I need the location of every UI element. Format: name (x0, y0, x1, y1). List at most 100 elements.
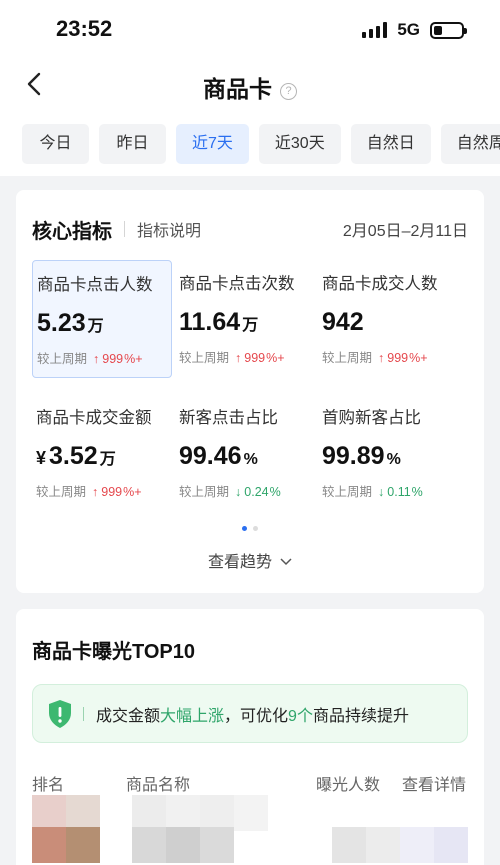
table-row[interactable] (32, 795, 468, 831)
metric-label: 商品卡点击人数 (37, 276, 153, 294)
metric-unit: % (386, 451, 401, 468)
pager-dot[interactable] (253, 526, 258, 531)
change-value: 999 (102, 352, 124, 366)
metric-label: 新客点击占比 (179, 409, 278, 427)
change-unit: %+ (409, 351, 428, 365)
compare-label: 较上周期 (322, 485, 373, 499)
metric-number: 11.64 (179, 308, 241, 336)
arrow-up-icon: ↑ (92, 485, 99, 499)
col-rank: 排名 (32, 777, 65, 794)
metric-unit: % (243, 451, 258, 468)
metric-card[interactable]: 商品卡点击人数 5.23 万较上周期 ↑ 999%+ (32, 260, 172, 378)
tab-2[interactable]: 近7天 (176, 124, 249, 164)
col-impressions: 曝光人数 (316, 777, 381, 794)
battery-icon (430, 21, 467, 39)
col-product-name: 商品名称 (126, 777, 191, 794)
metric-value: ¥3.52 万 (36, 442, 168, 471)
metric-value: 11.64 万 (179, 308, 311, 337)
metric-label: 首购新客占比 (322, 409, 421, 427)
chevron-down-icon (280, 558, 292, 566)
tip-banner[interactable]: 成交金额大幅上涨，可优化9个商品持续提升 (32, 684, 468, 743)
signal-icon (362, 22, 388, 38)
date-tabs: 今日 昨日 近7天 近30天 自然日 自然周 (0, 114, 500, 176)
change-unit: %+ (123, 485, 142, 499)
metric-number: 3.52 (49, 442, 98, 470)
tip-part2: ，可优化 (224, 707, 289, 725)
metric-value: 942 (322, 308, 454, 337)
metric-number: 5.23 (37, 309, 86, 337)
tab-3[interactable]: 近30天 (258, 124, 341, 164)
metric-compare: 较上周期 ↓ 0.24% (179, 481, 311, 500)
metric-unit: 万 (87, 318, 104, 335)
tab-5[interactable]: 自然周 (440, 124, 500, 164)
question-circle-icon[interactable]: ? (280, 82, 297, 100)
metric-number: 99.46 (179, 442, 242, 470)
metric-card[interactable]: 商品卡点击次数 11.64 万较上周期 ↑ 999%+ (175, 260, 315, 378)
tip-divider (83, 706, 84, 721)
metric-unit: 万 (242, 317, 259, 334)
change-value: 999 (101, 485, 123, 499)
change-value: 999 (387, 351, 409, 365)
metric-number: 942 (322, 308, 364, 336)
view-trend-label: 查看趋势 (207, 554, 272, 571)
arrow-up-icon: ↑ (235, 351, 242, 365)
metric-value: 99.46% (179, 442, 311, 471)
compare-label: 较上周期 (322, 351, 373, 365)
pager-dot[interactable] (242, 526, 247, 531)
change-value: 0.24 (244, 485, 269, 499)
nav-bar: 商品卡? (0, 58, 500, 114)
tip-text: 成交金额大幅上涨，可优化9个商品持续提升 (96, 702, 409, 726)
change-value: 0.11 (387, 485, 411, 499)
date-range: 2月05日–2月11日 (342, 223, 468, 240)
tip-part3: 商品持续提升 (312, 707, 409, 725)
metric-card[interactable]: 商品卡成交金额 ¥3.52 万较上周期 ↑ 999%+ (32, 394, 172, 512)
change-unit: %+ (124, 352, 143, 366)
network-label: 5G (397, 20, 420, 39)
divider (124, 221, 125, 237)
metric-compare: 较上周期 ↑ 999%+ (322, 347, 454, 366)
core-metrics-card: 核心指标 指标说明 2月05日–2月11日 商品卡点击人数 5.23 万较上周期 ↑ 9… (16, 190, 484, 593)
metric-number: 99.89 (322, 442, 385, 470)
metric-value: 5.23 万 (37, 309, 167, 338)
change-unit: %+ (266, 351, 285, 365)
col-view-detail: 查看详情 (402, 777, 467, 794)
top10-title: 商品卡曝光TOP10 (32, 641, 195, 663)
status-bar: 23:52 5G (0, 0, 500, 58)
metric-compare: 较上周期 ↓ 0.11% (322, 481, 454, 500)
status-indicators: 5G (362, 20, 467, 40)
pager-dots (16, 526, 484, 531)
arrow-up-icon: ↑ (378, 351, 385, 365)
tab-4[interactable]: 自然日 (350, 124, 431, 164)
top10-card: 商品卡曝光TOP10 成交金额大幅上涨，可优化9个商品持续提升 排名 商品名称 … (16, 609, 484, 865)
table-row[interactable] (32, 827, 468, 863)
compare-label: 较上周期 (36, 485, 87, 499)
page-title-text: 商品卡 (203, 76, 272, 102)
tab-1[interactable]: 昨日 (99, 124, 166, 164)
metric-compare: 较上周期 ↑ 999%+ (179, 347, 311, 366)
metric-label: 商品卡点击次数 (179, 275, 295, 293)
core-header: 核心指标 指标说明 2月05日–2月11日 (32, 216, 468, 243)
compare-label: 较上周期 (179, 351, 230, 365)
metric-card[interactable]: 商品卡成交人数 942 较上周期 ↑ 999%+ (318, 260, 458, 378)
metric-prefix: ¥ (36, 448, 47, 468)
tip-part1: 成交金额 (96, 707, 161, 725)
metric-compare: 较上周期 ↑ 999%+ (36, 481, 168, 500)
tip-highlight1: 大幅上涨 (160, 707, 225, 725)
change-unit: % (411, 485, 423, 499)
metric-explain-link[interactable]: 指标说明 (137, 217, 201, 241)
page-title: 商品卡? (0, 70, 500, 104)
metric-unit: 万 (99, 451, 116, 468)
status-time: 23:52 (56, 16, 113, 41)
metric-compare: 较上周期 ↑ 999%+ (37, 348, 167, 367)
view-trend-button[interactable]: 查看趋势 (16, 548, 484, 572)
change-value: 999 (244, 351, 266, 365)
compare-label: 较上周期 (37, 352, 88, 366)
tab-0[interactable]: 今日 (22, 124, 89, 164)
shield-alert-icon (49, 699, 71, 728)
metric-card[interactable]: 新客点击占比 99.46% 较上周期 ↓ 0.24% (175, 394, 315, 512)
compare-label: 较上周期 (179, 485, 230, 499)
arrow-down-icon: ↓ (378, 485, 385, 499)
metric-value: 99.89% (322, 442, 454, 471)
metric-card[interactable]: 首购新客占比 99.89% 较上周期 ↓ 0.11% (318, 394, 458, 512)
tip-highlight2: 9个 (288, 707, 313, 725)
